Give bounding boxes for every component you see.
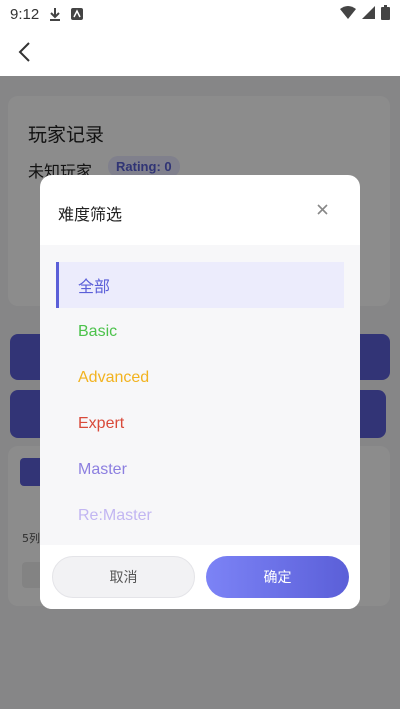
status-time: 9:12	[10, 5, 40, 23]
option-master[interactable]: Master	[56, 447, 344, 493]
option-label: Basic	[78, 323, 118, 340]
battery-icon	[381, 4, 390, 24]
app-bar	[0, 28, 400, 76]
status-bar: 9:12	[0, 0, 400, 28]
wifi-icon	[340, 5, 356, 23]
signal-icon	[362, 5, 375, 23]
app-notification-icon	[71, 8, 84, 20]
dialog-title: 难度筛选	[58, 205, 123, 224]
option-expert[interactable]: Expert	[56, 401, 344, 447]
dialog-header: 难度筛选	[40, 175, 360, 245]
close-icon[interactable]	[310, 197, 334, 221]
option-basic[interactable]: Basic	[56, 309, 344, 355]
option-label: Advanced	[78, 369, 150, 386]
dialog-footer: 取消 确定	[40, 545, 360, 609]
option-label: Expert	[78, 415, 125, 432]
option-label: 全部	[78, 279, 111, 296]
chevron-left-icon[interactable]	[12, 40, 36, 64]
dialog-options: 全部 Basic Advanced Expert Master Re:Maste…	[40, 245, 360, 545]
confirm-button[interactable]: 确定	[206, 556, 349, 598]
option-label: Re:Master	[78, 507, 152, 524]
difficulty-filter-dialog: 难度筛选 全部 Basic Advanced Expert Master Re:…	[40, 175, 360, 609]
option-all[interactable]: 全部	[56, 262, 344, 308]
option-remaster[interactable]: Re:Master	[56, 493, 344, 539]
option-label: Master	[78, 461, 127, 478]
option-advanced[interactable]: Advanced	[56, 355, 344, 401]
download-icon	[49, 7, 61, 21]
cancel-button[interactable]: 取消	[52, 556, 195, 598]
